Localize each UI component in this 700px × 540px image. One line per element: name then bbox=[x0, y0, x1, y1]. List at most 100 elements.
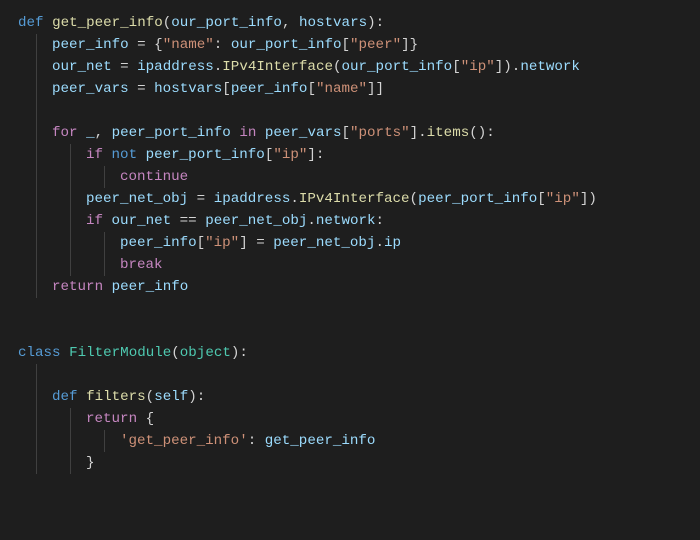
token-var: peer_net_obj bbox=[86, 191, 188, 207]
token-pun: . bbox=[290, 191, 299, 207]
token-pun: ( bbox=[333, 59, 342, 75]
token-kwop: in bbox=[239, 125, 256, 141]
token-pun: [ bbox=[307, 81, 316, 97]
token-pun: [ bbox=[342, 125, 351, 141]
token-fn: items bbox=[427, 125, 470, 141]
token-kwop: if bbox=[86, 213, 103, 229]
indent-guide bbox=[104, 430, 105, 452]
code-line: } bbox=[18, 452, 682, 474]
code-line: break bbox=[18, 254, 682, 276]
token-fn: get_peer_info bbox=[52, 15, 163, 31]
code-line: def get_peer_info(our_port_info, hostvar… bbox=[18, 12, 682, 34]
token-pun bbox=[103, 279, 112, 295]
token-pun: ]: bbox=[307, 147, 324, 163]
token-pun: ( bbox=[171, 345, 180, 361]
token-pun: , bbox=[95, 125, 112, 141]
token-pun: ( bbox=[410, 191, 419, 207]
indent-guide bbox=[36, 452, 37, 474]
token-pun: = bbox=[129, 81, 155, 97]
token-pun bbox=[78, 125, 87, 141]
token-str: "peer" bbox=[350, 37, 401, 53]
token-var: peer_vars bbox=[265, 125, 342, 141]
token-var: peer_info bbox=[231, 81, 308, 97]
token-var: our_port_info bbox=[342, 59, 453, 75]
indent-guide bbox=[36, 188, 37, 210]
indent-guide bbox=[70, 232, 71, 254]
indent-guide bbox=[70, 210, 71, 232]
token-str: "ip" bbox=[461, 59, 495, 75]
code-line: if not peer_port_info["ip"]: bbox=[18, 144, 682, 166]
token-var: hostvars bbox=[154, 81, 222, 97]
code-line: peer_vars = hostvars[peer_info["name"]] bbox=[18, 78, 682, 100]
code-line bbox=[18, 364, 682, 386]
code-line: peer_net_obj = ipaddress.IPv4Interface(p… bbox=[18, 188, 682, 210]
code-line: continue bbox=[18, 166, 682, 188]
token-str: 'get_peer_info' bbox=[120, 433, 248, 449]
token-pun: { bbox=[137, 411, 154, 427]
token-pun: = bbox=[112, 59, 138, 75]
indent-guide bbox=[36, 364, 37, 386]
code-line: our_net = ipaddress.IPv4Interface(our_po… bbox=[18, 56, 682, 78]
token-kw: class bbox=[18, 345, 69, 361]
token-var: peer_port_info bbox=[146, 147, 265, 163]
token-pun: : bbox=[376, 213, 385, 229]
code-line: return { bbox=[18, 408, 682, 430]
token-pun: [ bbox=[197, 235, 206, 251]
indent-guide bbox=[70, 188, 71, 210]
token-fn: IPv4Interface bbox=[222, 59, 333, 75]
indent-guide bbox=[36, 232, 37, 254]
token-cls: FilterModule bbox=[69, 345, 171, 361]
token-var: peer_info bbox=[52, 37, 129, 53]
token-kwop: return bbox=[86, 411, 137, 427]
indent-guide bbox=[70, 166, 71, 188]
token-str: "ip" bbox=[205, 235, 239, 251]
token-pun: : bbox=[214, 37, 231, 53]
token-var: our_port_info bbox=[231, 37, 342, 53]
token-var: _ bbox=[86, 125, 95, 141]
token-pun: ]. bbox=[410, 125, 427, 141]
token-pun: ( bbox=[146, 389, 155, 405]
token-pun: ): bbox=[188, 389, 205, 405]
code-line: if our_net == peer_net_obj.network: bbox=[18, 210, 682, 232]
token-pun: ): bbox=[367, 15, 384, 31]
token-pun: ]] bbox=[367, 81, 384, 97]
token-cls: object bbox=[180, 345, 231, 361]
code-line: peer_info["ip"] = peer_net_obj.ip bbox=[18, 232, 682, 254]
token-var: hostvars bbox=[299, 15, 367, 31]
indent-guide bbox=[36, 166, 37, 188]
token-str: "name" bbox=[163, 37, 214, 53]
token-pun: [ bbox=[342, 37, 351, 53]
token-kw: not bbox=[112, 147, 138, 163]
token-var: peer_port_info bbox=[418, 191, 537, 207]
code-block: def get_peer_info(our_port_info, hostvar… bbox=[0, 0, 700, 486]
token-var: peer_info bbox=[120, 235, 197, 251]
token-pun: [ bbox=[222, 81, 231, 97]
token-kwop: if bbox=[86, 147, 103, 163]
token-var: self bbox=[154, 389, 188, 405]
code-line: peer_info = {"name": our_port_info["peer… bbox=[18, 34, 682, 56]
token-pun: , bbox=[282, 15, 299, 31]
token-kwop: for bbox=[52, 125, 78, 141]
token-fn: filters bbox=[86, 389, 146, 405]
token-kw: def bbox=[52, 389, 86, 405]
token-kw: def bbox=[18, 15, 52, 31]
indent-guide bbox=[36, 144, 37, 166]
token-pun bbox=[103, 213, 112, 229]
indent-guide bbox=[104, 254, 105, 276]
code-line: for _, peer_port_info in peer_vars["port… bbox=[18, 122, 682, 144]
code-line bbox=[18, 298, 682, 320]
indent-guide bbox=[36, 78, 37, 100]
token-pun: ( bbox=[163, 15, 172, 31]
indent-guide bbox=[36, 408, 37, 430]
token-pun: (): bbox=[469, 125, 495, 141]
indent-guide bbox=[36, 100, 37, 122]
indent-guide bbox=[36, 34, 37, 56]
token-pun: = { bbox=[129, 37, 163, 53]
token-var: peer_port_info bbox=[112, 125, 231, 141]
token-str: "ip" bbox=[273, 147, 307, 163]
indent-guide bbox=[70, 254, 71, 276]
indent-guide bbox=[70, 430, 71, 452]
token-pun: ]) bbox=[580, 191, 597, 207]
token-pun: [ bbox=[537, 191, 546, 207]
code-line: return peer_info bbox=[18, 276, 682, 298]
